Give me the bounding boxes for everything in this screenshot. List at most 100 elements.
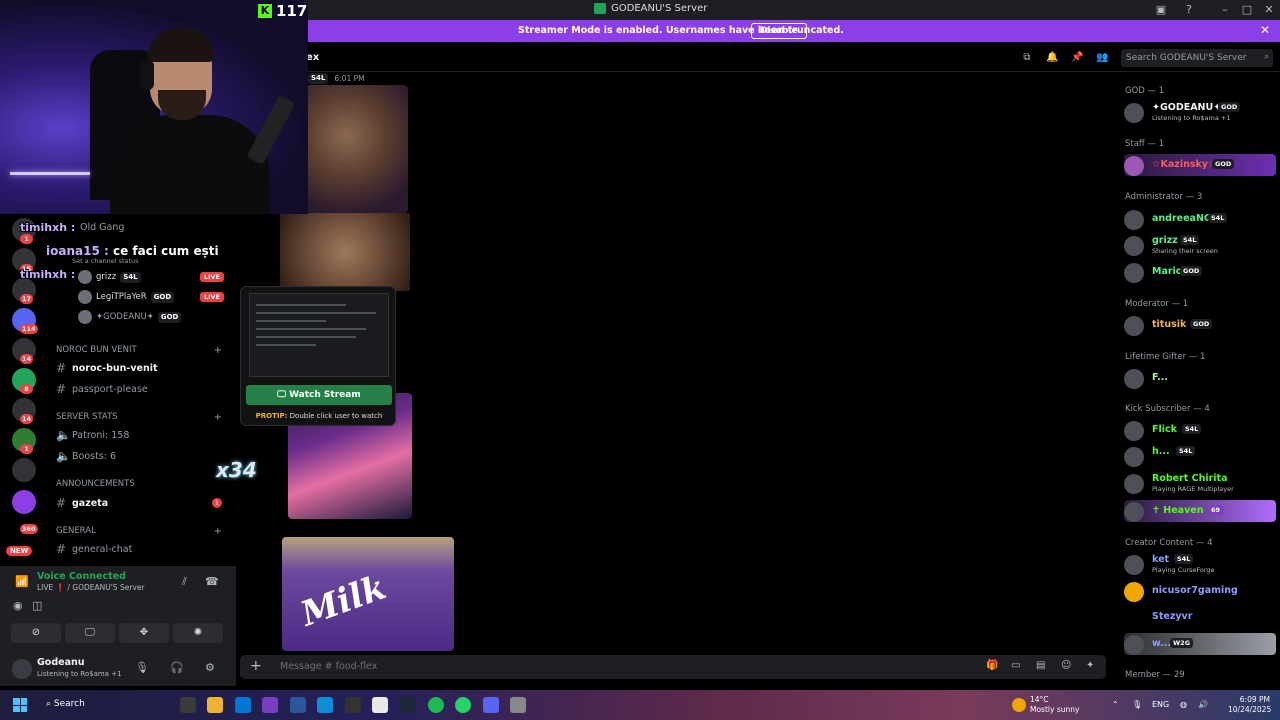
add-attachment-icon[interactable]: + [250, 658, 262, 674]
camera-off-button[interactable]: ⊘ [11, 623, 61, 643]
microphone-tray-icon[interactable]: 🎙 [1132, 700, 1142, 709]
member-row-nicusor[interactable]: nicusor7gaming [1124, 580, 1276, 602]
member-row-flick[interactable]: Flick S4L [1124, 419, 1276, 441]
chat-message: ce faci cum ești [112, 244, 219, 258]
taskbar-clock[interactable]: 6:09 PM 10/24/2025 [1228, 695, 1271, 715]
disable-streamer-mode-button[interactable]: Disable [751, 23, 807, 39]
server-icon[interactable] [12, 458, 36, 482]
obs-icon[interactable] [345, 697, 361, 713]
watch-stream-button[interactable]: 🖵 Watch Stream [246, 385, 392, 405]
channel-label: gazeta [72, 497, 109, 509]
emoji-icon[interactable]: ☺ [1061, 660, 1071, 671]
notifications-bell-icon[interactable]: 🔔 [1046, 52, 1058, 64]
sticker-icon[interactable]: ▤ [1036, 660, 1045, 671]
member-row-stezyvr[interactable]: Stezyvr [1124, 606, 1276, 628]
activities-button[interactable]: ✥ [119, 623, 169, 643]
signal-icon[interactable]: 📶 [15, 575, 29, 588]
headphones-icon[interactable]: 🎧 [170, 661, 184, 674]
close-window-icon[interactable]: ✕ [1262, 3, 1276, 17]
noise-suppression-icon[interactable]: ⫽ [182, 575, 187, 589]
disconnect-icon[interactable]: ☎ [205, 575, 219, 588]
activity-icon[interactable]: ◉ [13, 599, 23, 612]
file-explorer-icon[interactable] [207, 697, 223, 713]
food-image-cookie[interactable] [306, 85, 408, 213]
network-icon[interactable]: ◍ [1180, 700, 1187, 709]
member-row-heaven[interactable]: ✝ Heaven ✝ 69 [1124, 500, 1276, 522]
camera-small-icon[interactable]: ◫ [32, 599, 42, 612]
member-name: grizz [1152, 235, 1178, 246]
tray-chevron-icon[interactable]: ⌃ [1112, 700, 1119, 709]
message-composer[interactable]: + Message # food-flex 🎁 ▭ ▤ ☺ ✦ [240, 655, 1106, 679]
member-list-icon[interactable]: 👥 [1096, 52, 1108, 64]
steam-icon[interactable] [400, 697, 416, 713]
add-channel-icon[interactable]: + [214, 345, 222, 356]
minimize-icon[interactable]: – [1218, 3, 1232, 17]
volume-icon[interactable]: 🔊 [1198, 700, 1208, 709]
member-row-f[interactable]: F... [1124, 367, 1276, 389]
member-name: Flick [1152, 424, 1177, 435]
avatar [1124, 316, 1144, 336]
status-hint-text: Set a channel status [72, 257, 139, 265]
add-channel-icon[interactable]: + [214, 526, 222, 537]
member-row-w[interactable]: w... W2G [1124, 633, 1276, 655]
taskbar-search[interactable]: ⌕ Search [40, 697, 170, 714]
member-row-h[interactable]: h... S4L [1124, 445, 1276, 467]
inbox-icon[interactable]: ▣ [1154, 3, 1168, 17]
task-view-icon[interactable] [180, 697, 196, 713]
whatsapp-icon[interactable] [455, 697, 471, 713]
channel-noroc-bun-venit[interactable]: # noroc-bun-venit [44, 359, 234, 377]
voice-user[interactable]: ✦GODEANU✦ GOD [78, 308, 238, 326]
app-icon[interactable] [235, 697, 251, 713]
microphone-icon[interactable]: 🎙 [135, 661, 149, 674]
new-servers-badge[interactable]: NEW [6, 546, 33, 556]
close-banner-icon[interactable]: ✕ [1260, 23, 1270, 37]
member-row-grizz[interactable]: grizz S4L Sharing their screen [1124, 234, 1276, 256]
weather-widget[interactable]: 14°C Mostly sunny [1030, 695, 1079, 715]
spotify-icon[interactable] [428, 697, 444, 713]
message-list[interactable]: S4L 6:01 PM Milk 🖵 Watch Stream PROTIP: … [236, 73, 1114, 651]
gift-icon[interactable]: 🎁 [986, 660, 998, 671]
channel-general-chat[interactable]: # general-chat [44, 540, 234, 558]
channel-gazeta[interactable]: # gazeta 1 [44, 494, 234, 512]
category-announcements[interactable]: ANNOUNCEMENTS [44, 475, 234, 493]
member-row-godeanu[interactable]: ✦GODEANU✦ GOD Listening to Ro$ama +1 [1124, 101, 1276, 123]
pin-icon[interactable]: 📌 [1071, 52, 1083, 64]
avatar[interactable] [12, 659, 32, 679]
app-icon[interactable] [372, 697, 388, 713]
apps-icon[interactable]: ✦ [1086, 660, 1094, 671]
member-row-robert[interactable]: Robert Chirita Playing RAGE Multiplayer [1124, 472, 1276, 494]
member-row-titusik[interactable]: titusik GOD [1124, 314, 1276, 336]
edge-icon[interactable] [317, 697, 333, 713]
server-icon[interactable] [12, 490, 36, 514]
stream-thumbnail[interactable] [249, 293, 389, 377]
member-row-ket[interactable]: ket S4L Playing CurseForge [1124, 553, 1276, 575]
avatar [1124, 103, 1144, 123]
gif-icon[interactable]: ▭ [1011, 660, 1020, 671]
maximize-icon[interactable]: □ [1240, 3, 1254, 17]
settings-icon[interactable] [510, 697, 526, 713]
settings-gear-icon[interactable]: ⚙ [205, 661, 215, 674]
add-channel-icon[interactable]: + [214, 412, 222, 423]
channel-boosts[interactable]: 🔈 Boosts: 6 [44, 447, 234, 465]
threads-icon[interactable]: ⧉ [1021, 52, 1033, 64]
category-general[interactable]: GENERAL + [44, 522, 234, 540]
category-server-stats[interactable]: SERVER STATS + [44, 408, 234, 426]
word-icon[interactable] [290, 697, 306, 713]
app-icon[interactable] [262, 697, 278, 713]
member-row-andreea[interactable]: andreeaNGU S4L [1124, 208, 1276, 230]
member-row-mario[interactable]: Mario GOD [1124, 261, 1276, 283]
food-image-cookie-slice[interactable] [280, 213, 410, 291]
soundboard-button[interactable]: ✺ [173, 623, 223, 643]
category-noroc[interactable]: NOROC BUN VENIT + [44, 341, 234, 359]
server-search-input[interactable]: Search GODEANU'S Server ⌕ [1121, 49, 1273, 67]
food-image-milka[interactable]: Milk [282, 537, 454, 651]
help-icon[interactable]: ? [1182, 3, 1196, 17]
channel-patroni[interactable]: 🔈 Patroni: 158 [44, 426, 234, 444]
voice-connected-title[interactable]: Voice Connected [37, 571, 126, 582]
language-indicator[interactable]: ENG [1152, 700, 1169, 709]
windows-start-icon[interactable] [13, 698, 27, 712]
discord-icon[interactable] [483, 697, 499, 713]
share-screen-button[interactable]: 🖵 [65, 623, 115, 643]
member-row-kazinsky[interactable]: ☆Kazinsky☆ GOD [1124, 154, 1276, 176]
channel-passport-please[interactable]: # passport-please [44, 380, 234, 398]
